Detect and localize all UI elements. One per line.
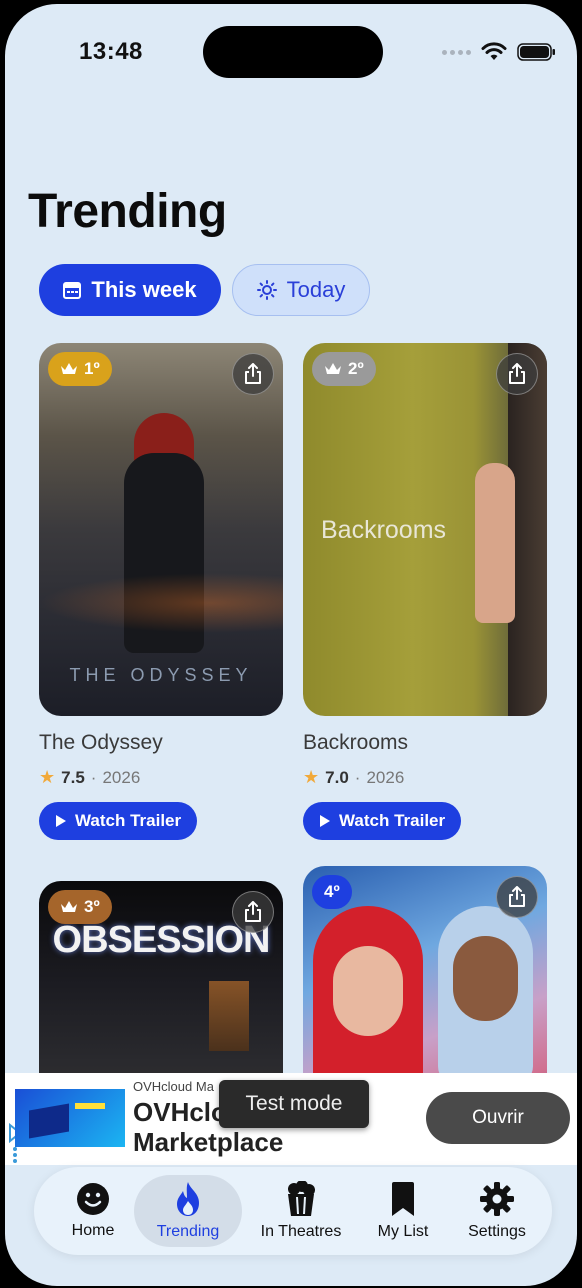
ad-open-button[interactable]: Ouvrir: [426, 1092, 570, 1144]
ad-image: [15, 1089, 125, 1147]
crown-icon: [325, 363, 341, 374]
tab-home-label: Home: [71, 1222, 115, 1239]
rank-label: 2º: [348, 359, 364, 378]
star-icon: ★: [39, 767, 56, 787]
share-button[interactable]: [496, 876, 538, 918]
share-icon: [245, 363, 261, 384]
page-title: Trending: [28, 185, 227, 238]
wifi-icon: [481, 42, 507, 60]
movie-meta: ★ 7.5 · 2026: [39, 767, 140, 788]
share-icon: [245, 901, 261, 922]
filter-this-week[interactable]: This week: [39, 264, 221, 316]
share-button[interactable]: [496, 353, 538, 395]
smiley-icon: [77, 1183, 109, 1215]
popcorn-icon: [288, 1181, 315, 1216]
separator: ·: [90, 767, 97, 787]
bookmark-icon: [392, 1182, 414, 1216]
tab-home[interactable]: Home: [48, 1167, 138, 1255]
movie-title: Backrooms: [303, 731, 409, 754]
tab-in-theatres[interactable]: In Theatres: [246, 1167, 356, 1255]
filter-today[interactable]: Today: [232, 264, 370, 316]
calendar-icon: [63, 282, 82, 299]
filter-today-label: Today: [286, 277, 346, 302]
movie-card-backrooms[interactable]: Backrooms 2º: [303, 343, 547, 716]
movie-title: The Odyssey: [39, 731, 163, 754]
movie-meta: ★ 7.0 · 2026: [303, 767, 404, 788]
rating: 7.0: [325, 767, 349, 787]
rank-label: 4º: [324, 882, 340, 901]
rank-label: 3º: [84, 897, 100, 916]
tab-trending[interactable]: Trending: [142, 1167, 234, 1255]
tab-my-list[interactable]: My List: [362, 1167, 444, 1255]
year: 2026: [102, 767, 141, 787]
tab-in-theatres-label: In Theatres: [260, 1223, 342, 1240]
tab-bar: Home Trending In Theatres My List Settin…: [34, 1167, 552, 1255]
poster-title-text: Backrooms: [321, 516, 447, 544]
poster-image: [39, 343, 283, 716]
ad-headline-2: Marketplace: [133, 1127, 284, 1157]
watch-trailer-label: Watch Trailer: [339, 811, 446, 830]
share-icon: [509, 886, 525, 907]
dynamic-island: [203, 26, 383, 78]
rank-badge: 1º: [48, 352, 112, 386]
separator: ·: [354, 767, 361, 787]
filter-this-week-label: This week: [91, 277, 197, 302]
gear-icon: [480, 1182, 514, 1216]
screen: 13:48 Trending This week Today THE ODYSS…: [5, 4, 577, 1286]
year: 2026: [366, 767, 405, 787]
ad-advertiser: OVHcloud Ma: [133, 1079, 214, 1094]
sun-icon: [256, 280, 277, 300]
tab-my-list-label: My List: [377, 1223, 429, 1240]
share-button[interactable]: [232, 891, 274, 933]
watch-trailer-button[interactable]: Watch Trailer: [303, 802, 462, 840]
status-icons: [442, 42, 557, 62]
rank-badge: 2º: [312, 352, 376, 386]
poster-title-text: THE ODYSSEY: [69, 665, 253, 685]
crown-icon: [61, 363, 77, 374]
watch-trailer-button[interactable]: Watch Trailer: [39, 802, 198, 840]
star-icon: ★: [303, 767, 320, 787]
rank-badge: 4º: [312, 875, 352, 909]
watch-trailer-label: Watch Trailer: [75, 811, 182, 830]
share-icon: [509, 363, 525, 384]
play-icon: [320, 815, 330, 827]
rank-badge: 3º: [48, 890, 112, 924]
signal-dots-icon: [442, 49, 471, 55]
rank-label: 1º: [84, 359, 100, 378]
play-icon: [56, 815, 66, 827]
tab-trending-label: Trending: [156, 1223, 220, 1240]
device-frame: 13:48 Trending This week Today THE ODYSS…: [0, 0, 582, 1288]
battery-icon: [517, 43, 555, 61]
rating: 7.5: [61, 767, 85, 787]
movie-card-odyssey[interactable]: THE ODYSSEY 1º: [39, 343, 283, 716]
flame-icon: [177, 1182, 199, 1216]
tab-settings-label: Settings: [468, 1223, 526, 1240]
status-time: 13:48: [79, 38, 143, 65]
share-button[interactable]: [232, 353, 274, 395]
tab-settings[interactable]: Settings: [452, 1167, 542, 1255]
crown-icon: [61, 901, 77, 912]
test-mode-toast: Test mode: [219, 1080, 369, 1128]
